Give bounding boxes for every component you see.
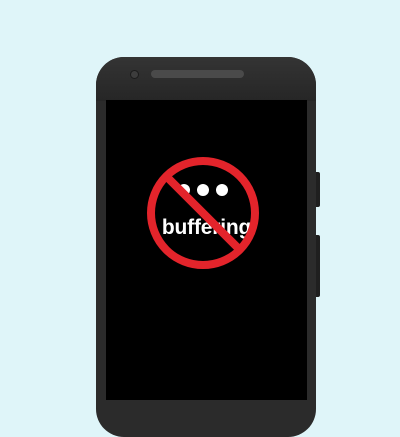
power-button [316, 172, 320, 207]
front-camera-icon [130, 70, 139, 79]
earpiece-speaker [151, 70, 244, 78]
phone-bezel-top [96, 57, 316, 101]
no-sign-icon [147, 157, 259, 269]
volume-button [316, 235, 320, 297]
loading-dot [216, 184, 228, 196]
phone-screen: buffering [106, 100, 307, 400]
loading-dot [197, 184, 209, 196]
